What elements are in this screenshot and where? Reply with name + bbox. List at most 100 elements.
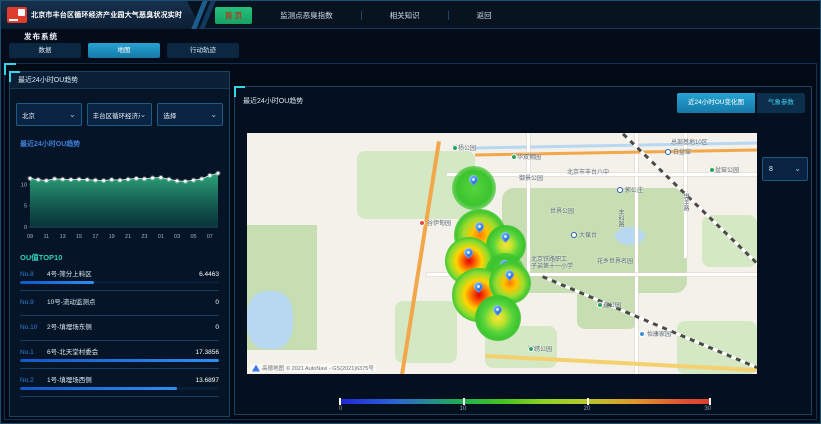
- park-poi-icon: [709, 167, 715, 173]
- station-value: 6.4463: [199, 271, 219, 278]
- top10-row: No.84号-筛分上料区6.4463: [10, 263, 229, 291]
- amap-name: 高德地图: [262, 364, 284, 372]
- top10-row: No.910号-流动监测点0: [10, 291, 229, 316]
- station-name: 2号-填埋场东侧: [47, 321, 215, 331]
- map-poi-label: 子弟第十一小学: [531, 261, 573, 270]
- map-poi-label: 白盆窑: [665, 147, 691, 156]
- legend-notch: [587, 398, 589, 405]
- map-poi-label: 高鑫公园: [597, 300, 621, 309]
- value-bar-fill: [20, 281, 94, 284]
- heatmap-blob: [452, 166, 496, 210]
- nav-tab-2[interactable]: 相关知识: [380, 7, 430, 24]
- svg-text:07: 07: [207, 234, 213, 240]
- nav-tab-0[interactable]: 首 页: [215, 7, 252, 24]
- map-panel-title: 最近24小时OU趋势: [243, 93, 303, 106]
- ou-trend-chart: 0510091113151719212301030507: [14, 151, 225, 246]
- map-button-1[interactable]: 气象参数: [757, 93, 805, 113]
- map-layer-select-value: 8: [769, 166, 773, 173]
- value-bar: [20, 281, 219, 284]
- nav-tab-1[interactable]: 监测点恶臭指数: [270, 7, 343, 24]
- nav-divider: [448, 11, 449, 20]
- main-nav: 首 页 监测点恶臭指数 相关知识 返回: [215, 1, 820, 29]
- poi-text: 大葆台: [579, 230, 597, 239]
- topbar: 北京市丰台区循环经济产业园大气恶臭状况实时 首 页监测点恶臭指数相关知识返回: [1, 1, 820, 29]
- station-value: 13.6897: [196, 377, 220, 384]
- top10-row-line: No.910号-流动监测点0: [20, 296, 219, 306]
- map-poi-label: 总部基地10区: [671, 137, 708, 146]
- nav-divider: [361, 11, 362, 20]
- chevron-down-icon: ⌄: [210, 112, 217, 118]
- rank-label: No.9: [20, 299, 47, 306]
- svg-text:23: 23: [141, 234, 147, 240]
- map-panel-header: 最近24小时OU趋势 近24小时OU变化图气象参数: [243, 93, 805, 113]
- ou-trend-chart-svg: 0510091113151719212301030507: [14, 151, 224, 241]
- map-poi-label: 看杨公园: [452, 143, 476, 152]
- chart-title: 最近24小时OU趋势: [20, 139, 229, 149]
- row-divider: [20, 396, 219, 397]
- heatmap-blob: [475, 295, 521, 341]
- select-value: 选择: [163, 110, 176, 120]
- app-window: 北京市丰台区循环经济产业园大气恶臭状况实时 首 页监测点恶臭指数相关知识返回 发…: [0, 0, 821, 424]
- legend-tick-label: 10: [460, 406, 467, 412]
- map-poi-label: 锦绣公园: [528, 344, 552, 353]
- heat-legend-gradient: [339, 399, 711, 404]
- svg-text:19: 19: [109, 234, 115, 240]
- rank-label: No.10: [20, 324, 47, 331]
- poi-text: 白盆窑: [673, 147, 691, 156]
- rank-label: No.1: [20, 349, 47, 356]
- value-bar: [20, 387, 219, 390]
- left-panel-title: 最近24小时OU趋势: [10, 72, 229, 89]
- park-select[interactable]: 丰台区循环经济产⌄: [87, 103, 153, 126]
- filter-selects: 北京⌄丰台区循环经济产⌄ 选择 ⌄: [16, 103, 223, 126]
- map-poi-label: 怡康家园: [639, 329, 671, 338]
- top10-title: OU值TOP10: [20, 252, 229, 263]
- station-value: 17.3856: [196, 349, 220, 356]
- publish-system-label: 发布系统: [24, 31, 58, 42]
- city-select[interactable]: 北京⌄: [16, 103, 82, 126]
- nav-tab-3[interactable]: 返回: [467, 7, 502, 24]
- svg-text:01: 01: [158, 234, 164, 240]
- publish-tab-1[interactable]: 地图: [88, 43, 160, 58]
- legend-tick-label: 30: [704, 406, 711, 412]
- map-layer-select[interactable]: 8 ⌄: [762, 157, 808, 181]
- map-poi-label: 樊羊路: [681, 193, 690, 211]
- heat-legend-ticks: 0102030: [339, 406, 711, 416]
- map-poi-label: 丰科路: [616, 209, 625, 227]
- poi-text: 谷伊甸园: [427, 218, 451, 227]
- poi-text: 北京市丰台八中: [567, 167, 609, 176]
- top10-row-line: No.84号-筛分上料区6.4463: [20, 268, 219, 278]
- value-bar-spacer: [20, 306, 219, 309]
- svg-text:11: 11: [43, 234, 49, 240]
- map-lake: [247, 291, 293, 349]
- poi-text: 总部基地10区: [671, 137, 708, 146]
- heat-legend: 0102030: [339, 399, 711, 416]
- value-bar: [20, 359, 219, 362]
- park-poi-icon: [597, 302, 603, 308]
- station-name: 4号-筛分上料区: [47, 268, 199, 278]
- left-panel: 最近24小时OU趋势 北京⌄丰台区循环经济产⌄ 选择 ⌄ 最近24小时OU趋势 05…: [9, 71, 230, 417]
- svg-text:17: 17: [92, 234, 98, 240]
- publish-tab-2[interactable]: 行动轨迹: [167, 43, 239, 58]
- rank-label: No.2: [20, 377, 47, 384]
- poi-text: 子弟第十一小学: [531, 261, 573, 270]
- publish-tab-0[interactable]: 数据: [9, 43, 81, 58]
- amap-map[interactable]: 高德地图 © 2021 AutoNavi - GS(2021)6375号 看杨公…: [247, 133, 757, 374]
- station-value: 0: [215, 324, 219, 331]
- app-logo: [7, 7, 27, 23]
- map-poi-label: 北京市丰台八中: [567, 167, 609, 176]
- select-value: 丰台区循环经济产: [93, 110, 140, 120]
- svg-text:21: 21: [125, 234, 131, 240]
- station-name: 6号-北天堂村委会: [47, 346, 196, 356]
- map-button-0[interactable]: 近24小时OU变化图: [677, 93, 755, 113]
- copyright-text: © 2021 AutoNavi - GS(2021)6375号: [286, 364, 374, 372]
- map-poi-label: 世界公园: [550, 206, 574, 215]
- top10-row-line: No.16号-北天堂村委会17.3856: [20, 346, 219, 356]
- park-poi-icon: [528, 346, 534, 352]
- content-frame: 最近24小时OU趋势 北京⌄丰台区循环经济产⌄ 选择 ⌄ 最近24小时OU趋势 05…: [4, 63, 817, 420]
- map-poi-label: 御景公园: [519, 173, 543, 182]
- svg-text:05: 05: [190, 234, 196, 240]
- value-bar-fill: [20, 359, 219, 362]
- point-select[interactable]: 选择 ⌄: [157, 103, 223, 126]
- map-poi-label: 白盆窑公园: [709, 165, 739, 174]
- map-poi-label: 花乡世界名园: [597, 256, 633, 265]
